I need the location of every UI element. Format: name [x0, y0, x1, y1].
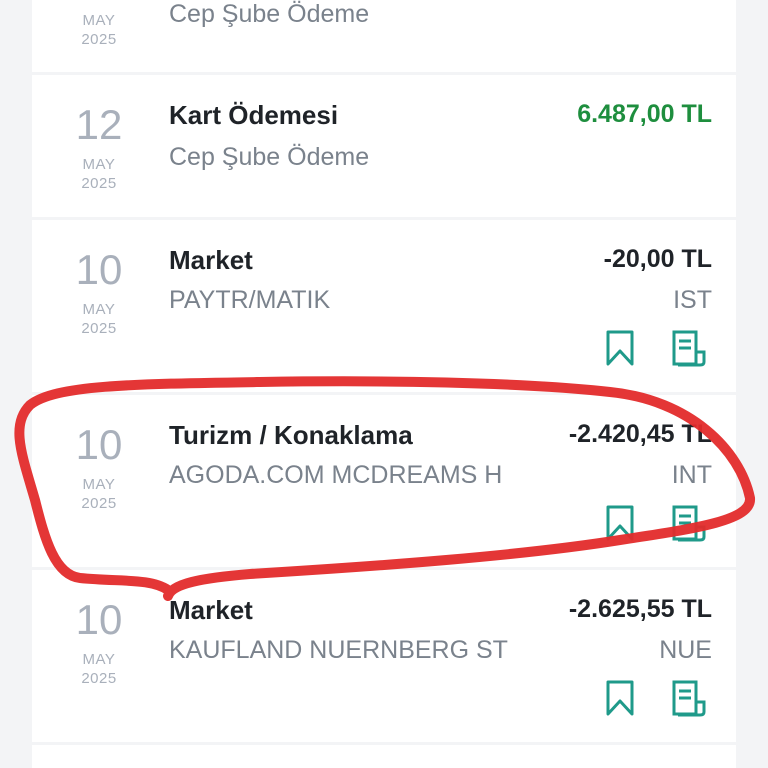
transaction-row[interactable]: 10 MAY 2025 Market PAYTR/MATIK -20,00 TL…: [32, 220, 736, 392]
transaction-title: Kart Ödemesi: [169, 100, 339, 130]
transaction-location: IST: [673, 286, 712, 314]
transaction-row[interactable]: 10 MAY 2025 Turizm / Konaklama AGODA.COM…: [32, 395, 736, 567]
transaction-subtitle: Cep Şube Ödeme: [169, 0, 370, 28]
day-label: 10: [75, 246, 123, 293]
transaction-row[interactable]: MAY 2025 Cep Şube Ödeme: [32, 0, 736, 72]
transaction-title: Market: [169, 595, 253, 625]
transaction-subtitle: PAYTR/MATIK: [169, 286, 331, 314]
year-label: 2025: [81, 495, 117, 512]
transaction-location: NUE: [659, 636, 712, 664]
receipt-icon[interactable]: [668, 678, 708, 718]
transaction-amount: -20,00 TL: [603, 245, 712, 273]
year-label: 2025: [81, 320, 117, 337]
year-label: 2025: [81, 670, 117, 687]
month-label: MAY: [82, 12, 116, 29]
year-label: 2025: [81, 175, 117, 192]
transaction-subtitle: KAUFLAND NUERNBERG ST: [169, 636, 508, 664]
receipt-icon[interactable]: [668, 328, 708, 368]
transaction-row[interactable]: 12 MAY 2025 Kart Ödemesi Cep Şube Ödeme …: [32, 75, 736, 217]
transaction-amount: 6.487,00 TL: [577, 100, 712, 128]
day-label: 12: [75, 101, 123, 148]
bookmark-icon[interactable]: [600, 503, 640, 543]
transaction-amount: -2.625,55 TL: [568, 595, 712, 623]
month-label: MAY: [82, 651, 116, 668]
transaction-amount: -2.420,45 TL: [568, 420, 712, 448]
transaction-subtitle: AGODA.COM MCDREAMS H: [169, 461, 503, 489]
month-label: MAY: [82, 156, 116, 173]
transaction-row[interactable]: [32, 745, 736, 768]
day-label: 10: [75, 421, 123, 468]
transaction-title: Market: [169, 245, 253, 275]
transaction-subtitle: Cep Şube Ödeme: [169, 143, 370, 171]
bookmark-icon[interactable]: [600, 328, 640, 368]
year-label: 2025: [81, 31, 117, 48]
bookmark-icon[interactable]: [600, 678, 640, 718]
day-label: 10: [75, 596, 123, 643]
month-label: MAY: [82, 476, 116, 493]
transaction-row[interactable]: 10 MAY 2025 Market KAUFLAND NUERNBERG ST…: [32, 570, 736, 742]
transaction-location: INT: [671, 461, 712, 489]
month-label: MAY: [82, 301, 116, 318]
transaction-title: Turizm / Konaklama: [169, 420, 413, 450]
receipt-icon[interactable]: [668, 503, 708, 543]
